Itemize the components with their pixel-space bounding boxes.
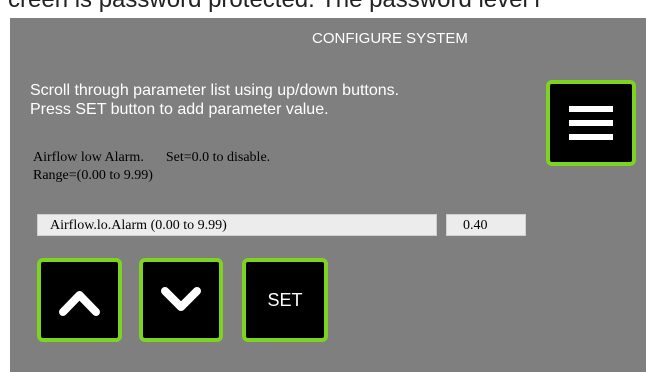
scroll-down-button[interactable]	[139, 258, 223, 342]
set-button[interactable]: SET	[242, 258, 328, 342]
parameter-field[interactable]: Airflow.lo.Alarm (0.00 to 9.99)	[37, 214, 437, 236]
menu-button[interactable]	[546, 80, 636, 166]
configure-system-panel: CONFIGURE SYSTEM Scroll through paramete…	[10, 18, 646, 372]
parameter-range: Range=(0.00 to 9.99)	[33, 168, 153, 183]
instruction-line: Press SET button to add parameter value.	[30, 101, 329, 118]
parameter-value-field[interactable]: 0.40	[446, 214, 526, 236]
set-button-label: SET	[267, 289, 303, 310]
description-line: Airflow low Alarm. Set=0.0 to disable.	[33, 149, 270, 167]
parameter-description: Airflow low Alarm. Set=0.0 to disable. Ra…	[33, 149, 270, 185]
set-hint: Set=0.0 to disable.	[165, 150, 271, 165]
scroll-up-button[interactable]	[37, 258, 122, 342]
cropped-caption: creen is password protected. The passwor…	[0, 0, 646, 18]
chevron-down-icon	[161, 287, 201, 311]
chevron-up-icon	[59, 291, 100, 316]
page: creen is password protected. The passwor…	[0, 0, 646, 372]
screen-title: CONFIGURE SYSTEM	[312, 30, 468, 47]
parameter-name: Airflow low Alarm.	[33, 150, 144, 165]
caption-text: creen is password protected. The passwor…	[8, 0, 540, 14]
instruction-line: Scroll through parameter list using up/d…	[30, 82, 400, 99]
instructions: Scroll through parameter list using up/d…	[30, 81, 399, 119]
hamburger-menu-icon	[569, 106, 613, 140]
